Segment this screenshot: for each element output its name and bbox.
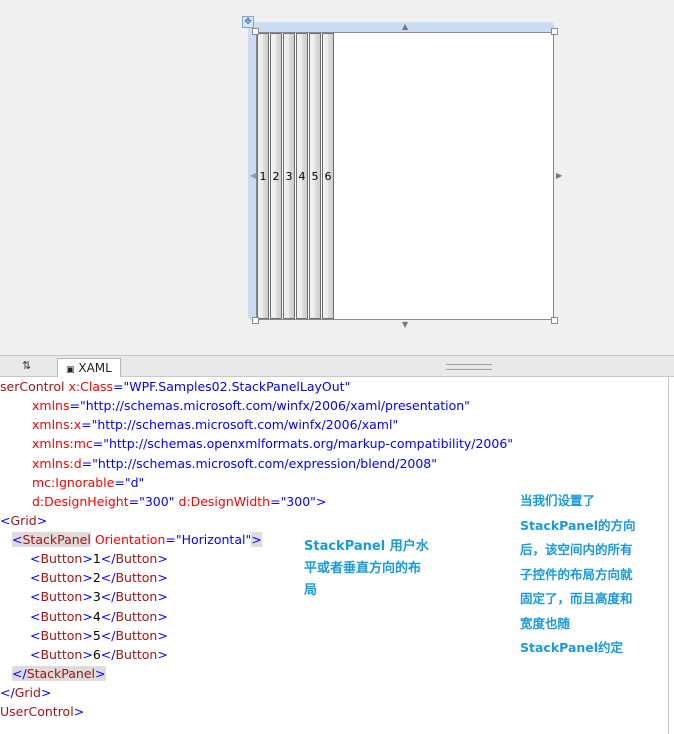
resize-handle-bottom-right[interactable] (551, 317, 558, 324)
preview-button-3[interactable]: 3 (283, 33, 295, 319)
preview-button-2[interactable]: 2 (270, 33, 282, 319)
annotation-line: 局 (304, 583, 318, 598)
code-line: xmlns:x="http://schemas.microsoft.com/wi… (32, 417, 399, 432)
annotation-layout-direction: 当我们设置了 StackPanel的方向 后，该空间内的所有 子控件的布局方向就… (520, 489, 636, 661)
resize-handle-bottom-left[interactable] (252, 317, 259, 324)
code-line: <Button>3</Button> (30, 589, 168, 604)
arrow-left-icon[interactable]: ◀ (250, 172, 256, 180)
annotation-stackpanel-orientation: StackPanel 用户水 平或者垂直方向的布 局 (304, 536, 429, 602)
annotation-line: 固定了，而且高度和 (520, 591, 633, 606)
code-line: mc:Ignorable="d" (32, 475, 145, 490)
code-line: <Grid> (0, 513, 48, 528)
preview-button-5[interactable]: 5 (309, 33, 321, 319)
tab-xaml[interactable]: ▣ XAML (57, 358, 121, 378)
annotation-line: 后，该空间内的所有 (520, 542, 633, 557)
arrow-up-icon[interactable]: ▲ (402, 23, 408, 31)
usercontrol-preview[interactable]: 1 2 3 4 5 6 (256, 32, 554, 320)
code-line: <Button>4</Button> (30, 609, 168, 624)
preview-button-1[interactable]: 1 (257, 33, 269, 319)
code-line: </Grid> (0, 685, 52, 700)
design-surface[interactable]: ✥ 1 2 3 4 5 6 ▲ ▼ ▶ ◀ (0, 0, 674, 355)
xaml-tab-icon: ▣ (66, 365, 75, 375)
code-line: xmlns:mc="http://schemas.openxmlformats.… (32, 436, 514, 451)
code-line: <Button>6</Button> (30, 647, 168, 662)
preview-button-6[interactable]: 6 (322, 33, 334, 319)
arrow-down-icon[interactable]: ▼ (402, 321, 408, 329)
code-line: <Button>5</Button> (30, 628, 168, 643)
annotation-line: 宽度也随 (520, 615, 571, 631)
view-tab-bar: ⇅ ▣ XAML (0, 355, 674, 378)
code-line: xmlns="http://schemas.microsoft.com/winf… (32, 398, 470, 413)
arrow-right-icon[interactable]: ▶ (556, 172, 562, 180)
xaml-tab-label: XAML (78, 361, 112, 375)
selection-adorner-top (248, 22, 554, 32)
annotation-line: StackPanel的方向 (520, 517, 636, 533)
code-line: <Button>2</Button> (30, 570, 168, 585)
editor-right-border (668, 377, 669, 734)
move-handle-icon[interactable]: ✥ (242, 16, 254, 28)
annotation-line: StackPanel 用户水 (304, 539, 429, 554)
code-line: <Button>1</Button> (30, 551, 168, 566)
annotation-line: 子控件的布局方向就 (520, 566, 633, 582)
resize-handle-top-left[interactable] (252, 28, 259, 35)
annotation-line: 平或者垂直方向的布 (304, 561, 422, 576)
code-line: serControl x:Class="WPF.Samples02.StackP… (0, 379, 351, 394)
stackpanel-preview[interactable]: 1 2 3 4 5 6 (257, 33, 335, 319)
code-line: </StackPanel> (12, 666, 106, 681)
resize-handle-top-right[interactable] (551, 28, 558, 35)
swap-panes-icon[interactable]: ⇅ (22, 359, 31, 372)
code-line: UserControl> (0, 704, 85, 719)
annotation-line: 当我们设置了 (520, 493, 596, 508)
preview-button-4[interactable]: 4 (296, 33, 308, 319)
code-line: <StackPanel Orientation="Horizontal"> (12, 532, 262, 547)
xaml-editor[interactable]: serControl x:Class="WPF.Samples02.StackP… (0, 377, 674, 734)
annotation-line: StackPanel约定 (520, 640, 624, 655)
code-line: xmlns:d="http://schemas.microsoft.com/ex… (32, 456, 438, 471)
splitter-grip[interactable] (446, 364, 492, 370)
code-line: d:DesignHeight="300" d:DesignWidth="300"… (32, 494, 327, 509)
